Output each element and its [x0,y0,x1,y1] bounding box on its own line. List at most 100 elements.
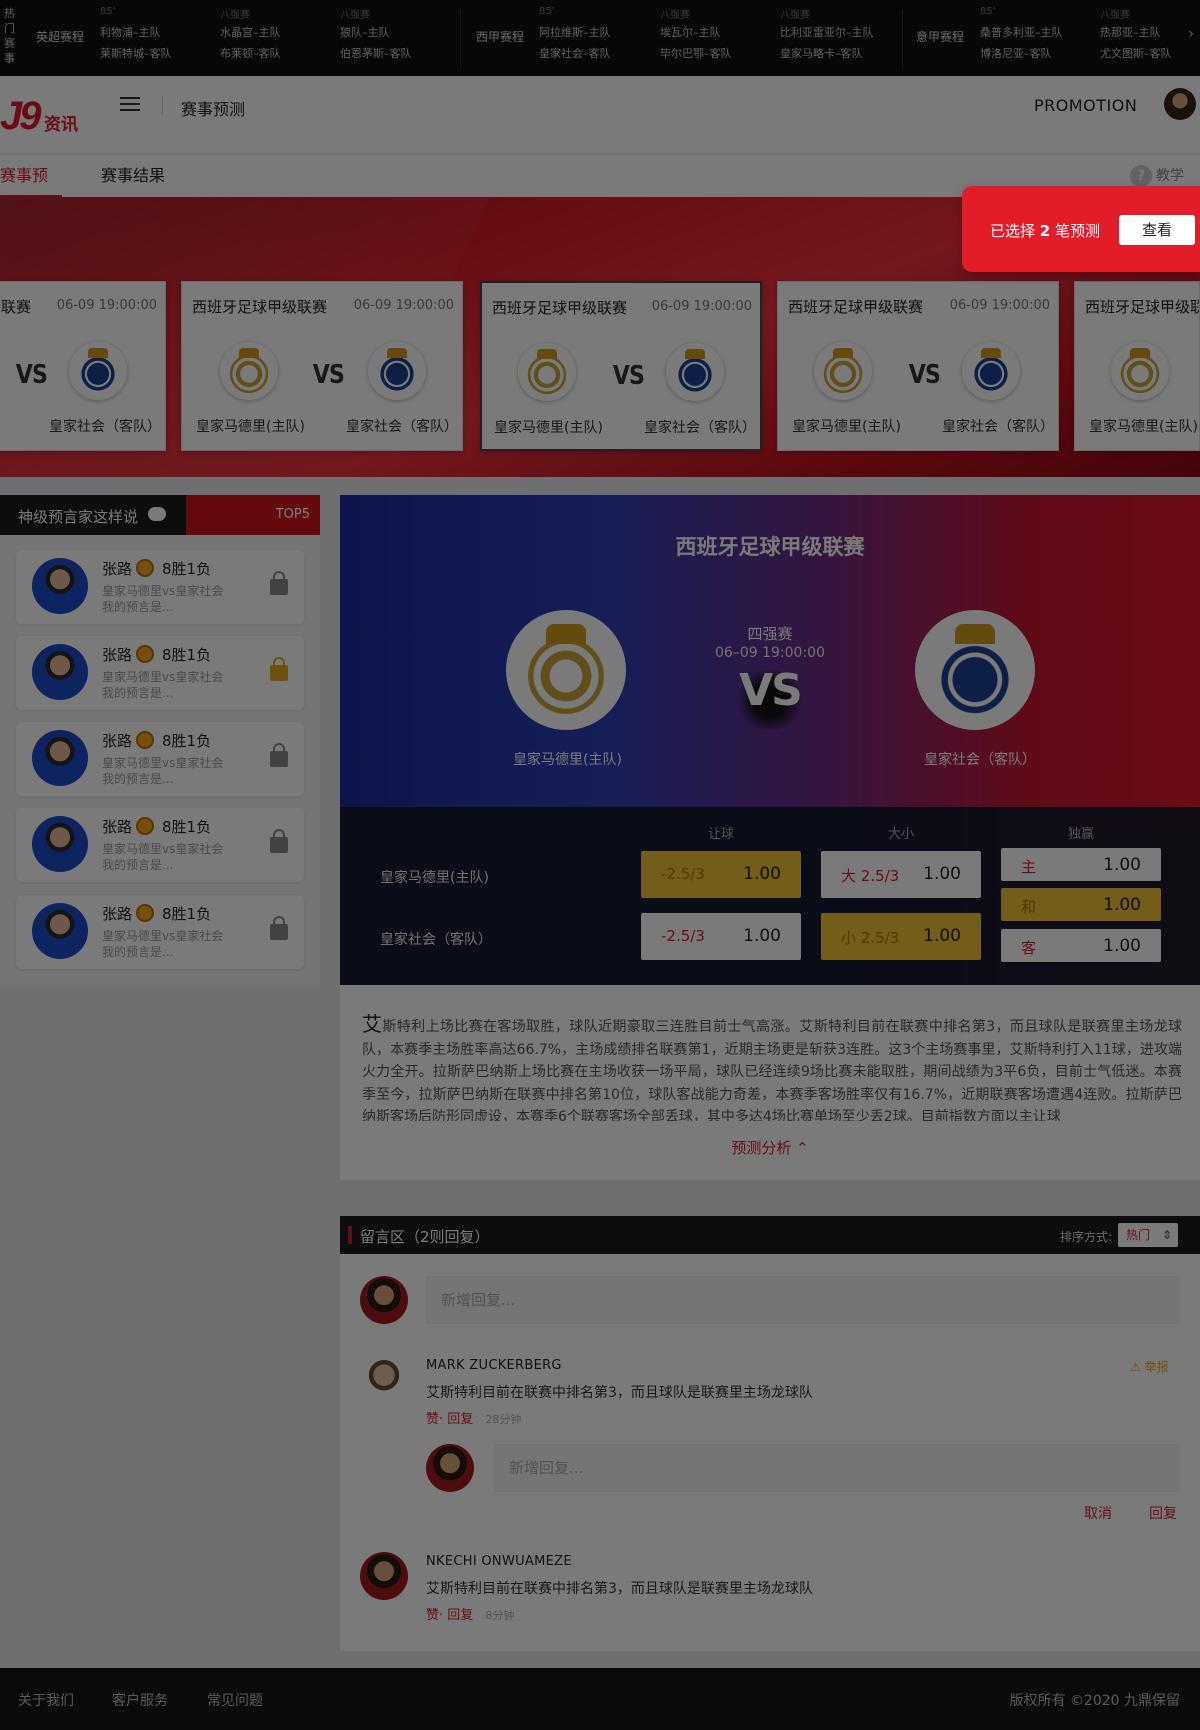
prophet-card[interactable]: 张路 8胜1负 皇家马德里vs皇家社会 我的预言是... [16,550,304,624]
reply-button[interactable]: 回复 [447,1412,473,1427]
card-league: 西班牙足球甲级联赛 [1085,298,1199,316]
odds-header-total: 大小 [887,827,914,842]
away-team: 伯恩茅斯–客队 [340,47,412,60]
moneyline-draw-button[interactable]: 和 1.00 [1001,888,1161,921]
match-card[interactable]: 联赛 06-09 19:00:00 VS 皇家社会（客队） [0,281,166,451]
analysis-toggle-button[interactable]: 预测分析 ⌃ [340,1137,1200,1158]
odds-value: 1.00 [743,926,781,946]
card-league: 西班牙足球甲级联赛 [192,298,328,316]
ticker-match[interactable]: 八强赛 埃瓦尔–主队 毕尔巴鄂–客队 [660,6,770,64]
analysis-text: 艾斯特利上场比赛在客场取胜，球队近期豪取三连胜目前士气高涨。艾斯特利目前在联赛中… [362,1013,1182,1121]
match-card[interactable]: 西班牙足球甲级联赛 皇家马德里(主队) [1074,281,1200,451]
user-avatar[interactable] [1164,88,1196,120]
menu-icon[interactable] [120,97,140,111]
chevron-right-icon[interactable]: › [1188,26,1194,42]
lock-icon[interactable] [270,916,288,940]
prophet-card[interactable]: 张路 8胜1负 皇家马德里vs皇家社会 我的预言是... [16,895,304,969]
footer-link-about[interactable]: 关于我们 [18,1690,74,1710]
card-home-team: 皇家马德里(主队) [196,419,305,435]
comment-author[interactable]: MARK ZUCKERBERG [426,1358,562,1373]
lock-icon[interactable] [270,829,288,853]
medal-icon [136,559,154,577]
prophet-card[interactable]: 张路 8胜1负 皇家马德里vs皇家社会 我的预言是... [16,808,304,882]
league-label-seriea[interactable]: 意甲赛程 [916,28,964,45]
match-card[interactable]: 西班牙足球甲级联赛 06-09 19:00:00 VS 皇家马德里(主队) 皇家… [777,281,1059,451]
card-home-team: 皇家马德里(主队) [792,419,901,435]
medal-icon [136,904,154,922]
handicap-home-button[interactable]: -2.5/3 1.00 [641,851,801,898]
selection-popup: 已选择 2 笔预测 查看 [962,186,1200,272]
comment-input[interactable]: 新增回复... [426,1276,1180,1324]
comment-author[interactable]: NKECHI ONWUAMEZE [426,1554,572,1569]
home-team: 利物浦–主队 [100,26,161,39]
commenter-avatar[interactable] [360,1552,408,1600]
home-team: 比利亚雷亚尔–主队 [780,26,874,39]
page: 热门赛事 英超赛程 85' 利物浦–主队 莱斯特城–客队 八强赛 水晶宫–主队 … [0,0,1200,1730]
lock-icon[interactable] [270,743,288,767]
home-team: 狼队–主队 [340,26,390,39]
view-selection-button[interactable]: 查看 [1119,215,1195,245]
odds-label: 大 2.5/3 [841,867,900,885]
match-card-selected[interactable]: 西班牙足球甲级联赛 06-09 19:00:00 VS 皇家马德里(主队) 皇家… [480,281,762,451]
ticker-match[interactable]: 85' 利物浦–主队 莱斯特城–客队 [100,6,210,64]
tab-results[interactable]: 赛事结果 [101,155,165,197]
odds-label: 小 2.5/3 [841,929,900,947]
odds-value: 1.00 [1103,855,1141,875]
real-madrid-crest-icon [518,343,576,401]
ticker-match[interactable]: 八强赛 水晶宫–主队 布莱顿–客队 [220,6,330,64]
handicap-away-button[interactable]: -2.5/3 1.00 [641,913,801,960]
like-button[interactable]: 赞 [426,1608,439,1623]
ticker-divider [902,10,903,68]
card-league: 西班牙足球甲级联赛 [788,298,924,316]
footer-link-service[interactable]: 客户服务 [112,1690,168,1710]
site-header: J9 资讯 [0,76,1200,154]
league-label-premier[interactable]: 英超赛程 [36,28,84,45]
cancel-reply-button[interactable]: 取消 [1084,1503,1112,1523]
comments-section: 留言区（2则回复） 排序方式: 热门 新增回复... MARK ZUCKERBE… [340,1216,1200,1651]
sort-select[interactable]: 热门 [1118,1223,1178,1247]
match-minute: 85' [100,6,116,17]
prophet-card[interactable]: 张路 8胜1负 皇家马德里vs皇家社会 我的预言是... [16,636,304,710]
tab-predictions[interactable]: 赛事预测 [0,155,62,227]
reply-input[interactable]: 新增回复... [494,1444,1180,1492]
prophet-record: 8胜1负 [162,560,212,578]
prophet-match: 皇家马德里vs皇家社会 [102,929,224,943]
odds-value: 1.00 [1103,895,1141,915]
odds-label: 主 [1021,858,1037,876]
prophet-name: 张路 [102,905,133,923]
odds-label: -2.5/3 [661,927,705,945]
ticker-match[interactable]: 八强赛 热那亚–主队 尤文图斯–客队 [1100,6,1188,64]
total-over-button[interactable]: 大 2.5/3 1.00 [821,851,981,898]
commenter-avatar[interactable] [360,1356,408,1404]
odds-value: 1.00 [1103,936,1141,956]
site-logo[interactable]: J9 资讯 [0,90,90,138]
comment-text: 艾斯特利目前在联赛中排名第3，而且球队是联赛里主场龙球队 [426,1385,813,1401]
card-time: 06-09 19:00:00 [651,299,752,314]
top-badge: TOP5 [186,495,320,535]
ticker-match[interactable]: 八强赛 比利亚雷亚尔–主队 皇家马略卡–客队 [780,6,890,64]
site-footer: 关于我们 客户服务 常见问题 版权所有 ©2020 九鼎保留 [0,1668,1200,1730]
like-button[interactable]: 赞 [426,1412,439,1427]
reply-button[interactable]: 回复 [447,1608,473,1623]
ticker-match[interactable]: 八强赛 狼队–主队 伯恩茅斯–客队 [340,6,450,64]
lock-icon[interactable] [270,571,288,595]
submit-reply-button[interactable]: 回复 [1149,1503,1177,1523]
league-label-laliga[interactable]: 西甲赛程 [476,28,524,45]
away-team: 尤文图斯–客队 [1100,47,1172,60]
card-away-team: 皇家社会（客队） [49,419,161,435]
prophet-card[interactable]: 张路 8胜1负 皇家马德里vs皇家社会 我的预言是... [16,722,304,796]
prophet-preview: 我的预言是... [102,945,174,959]
report-link[interactable]: ⚠ 举报 [1130,1358,1169,1375]
medal-icon [136,645,154,663]
moneyline-home-button[interactable]: 主 1.00 [1001,848,1161,881]
ticker-match[interactable]: 85' 桑普多利亚–主队 博洛尼亚–客队 [980,6,1090,64]
ticker-match[interactable]: 85' 阿拉维斯–主队 皇家社会–客队 [539,6,649,64]
total-under-button[interactable]: 小 2.5/3 1.00 [821,913,981,960]
promotion-link[interactable]: PROMOTION [1034,96,1137,115]
card-vs: VS [908,360,941,390]
match-card[interactable]: 西班牙足球甲级联赛 06-09 19:00:00 VS 皇家马德里(主队) 皇家… [181,281,463,451]
unlock-icon[interactable] [270,657,288,681]
moneyline-away-button[interactable]: 客 1.00 [1001,929,1161,962]
card-away-team: 皇家社会（客队） [644,420,756,436]
footer-link-faq[interactable]: 常见问题 [207,1690,263,1710]
